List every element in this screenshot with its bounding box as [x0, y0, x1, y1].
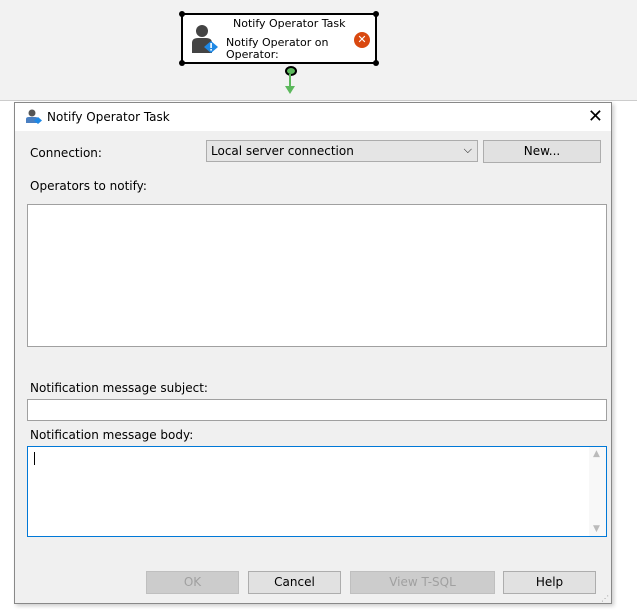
- notify-operator-dialog: Notify Operator Task ✕ Connection: Local…: [14, 102, 612, 604]
- dialog-title: Notify Operator Task: [47, 110, 170, 124]
- subject-label: Notification message subject:: [30, 381, 208, 395]
- view-tsql-button[interactable]: View T-SQL: [350, 571, 495, 594]
- body-scrollbar[interactable]: ▲ ▼: [589, 447, 606, 536]
- operators-list[interactable]: [27, 204, 607, 347]
- help-button[interactable]: Help: [503, 571, 596, 594]
- text-cursor: [34, 452, 35, 465]
- connection-dropdown[interactable]: Local server connection ⌵: [206, 140, 478, 162]
- connection-value: Local server connection: [211, 144, 354, 158]
- task-description: Notify Operator on Operator:: [226, 37, 328, 61]
- dialog-titlebar: Notify Operator Task ✕: [15, 103, 611, 131]
- body-textarea[interactable]: ▲ ▼: [27, 446, 607, 537]
- cancel-button[interactable]: Cancel: [248, 571, 341, 594]
- scroll-down-icon[interactable]: ▼: [593, 524, 600, 534]
- resize-grip-icon[interactable]: ⋰: [601, 594, 609, 603]
- resize-handle[interactable]: [373, 60, 379, 66]
- body-label: Notification message body:: [30, 428, 194, 442]
- resize-handle[interactable]: [179, 11, 185, 17]
- chevron-down-icon: ⌵: [463, 143, 472, 156]
- error-icon: ✕: [354, 32, 370, 48]
- operators-label: Operators to notify:: [30, 179, 147, 193]
- new-connection-button[interactable]: New...: [483, 140, 601, 163]
- dialog-app-icon: [26, 109, 42, 124]
- resize-handle[interactable]: [179, 60, 185, 66]
- close-icon[interactable]: ✕: [588, 106, 603, 127]
- operator-icon: [192, 25, 218, 53]
- resize-handle[interactable]: [373, 11, 379, 17]
- connection-label: Connection:: [30, 146, 102, 160]
- precedence-arrow-icon[interactable]: [284, 74, 296, 96]
- subject-input[interactable]: [27, 399, 607, 421]
- task-description-line: Operator:: [226, 48, 279, 61]
- scroll-up-icon[interactable]: ▲: [593, 449, 600, 459]
- design-canvas: Notify Operator Task Notify Operator on O…: [0, 0, 637, 101]
- notify-operator-task-node[interactable]: Notify Operator Task Notify Operator on O…: [179, 11, 379, 66]
- task-title: Notify Operator Task: [233, 17, 346, 30]
- ok-button[interactable]: OK: [146, 571, 239, 594]
